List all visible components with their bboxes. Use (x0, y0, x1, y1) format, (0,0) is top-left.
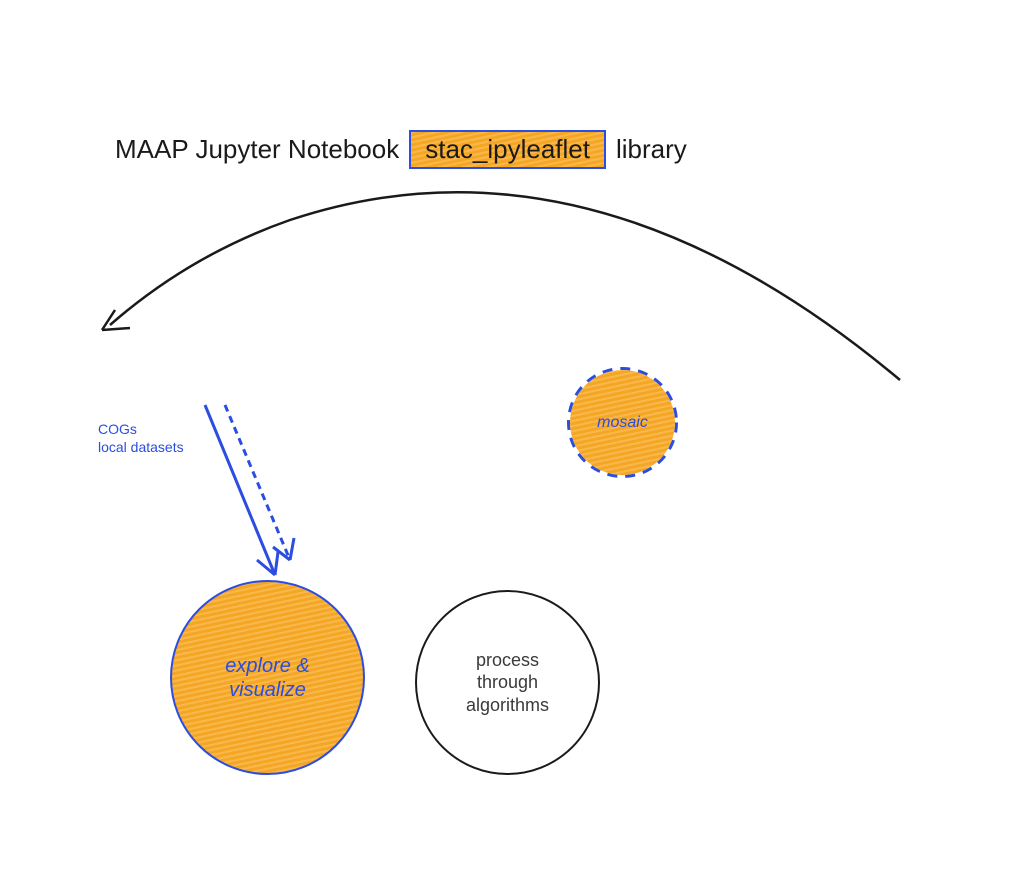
title-suffix: library (616, 134, 687, 165)
process-line1: process (466, 649, 549, 672)
title-highlight: stac_ipyleaflet (409, 130, 606, 169)
explore-label: explore & visualize (225, 654, 310, 702)
process-label: process through algorithms (466, 649, 549, 717)
cogs-label: COGs local datasets (98, 420, 184, 456)
mosaic-label: mosaic (597, 414, 648, 432)
diagram-title: MAAP Jupyter Notebook stac_ipyleaflet li… (115, 130, 687, 169)
explore-node: explore & visualize (170, 580, 365, 775)
title-prefix: MAAP Jupyter Notebook (115, 134, 399, 165)
process-node: process through algorithms (415, 590, 600, 775)
cogs-line1: COGs (98, 420, 184, 438)
explore-line2: visualize (225, 678, 310, 702)
cogs-line2: local datasets (98, 438, 184, 456)
arc-arrow-icon (90, 180, 910, 420)
process-line3: algorithms (466, 694, 549, 717)
blue-arrow-icon (175, 395, 305, 595)
process-line2: through (466, 671, 549, 694)
explore-line1: explore & (225, 654, 310, 678)
mosaic-node: mosaic (570, 370, 675, 475)
